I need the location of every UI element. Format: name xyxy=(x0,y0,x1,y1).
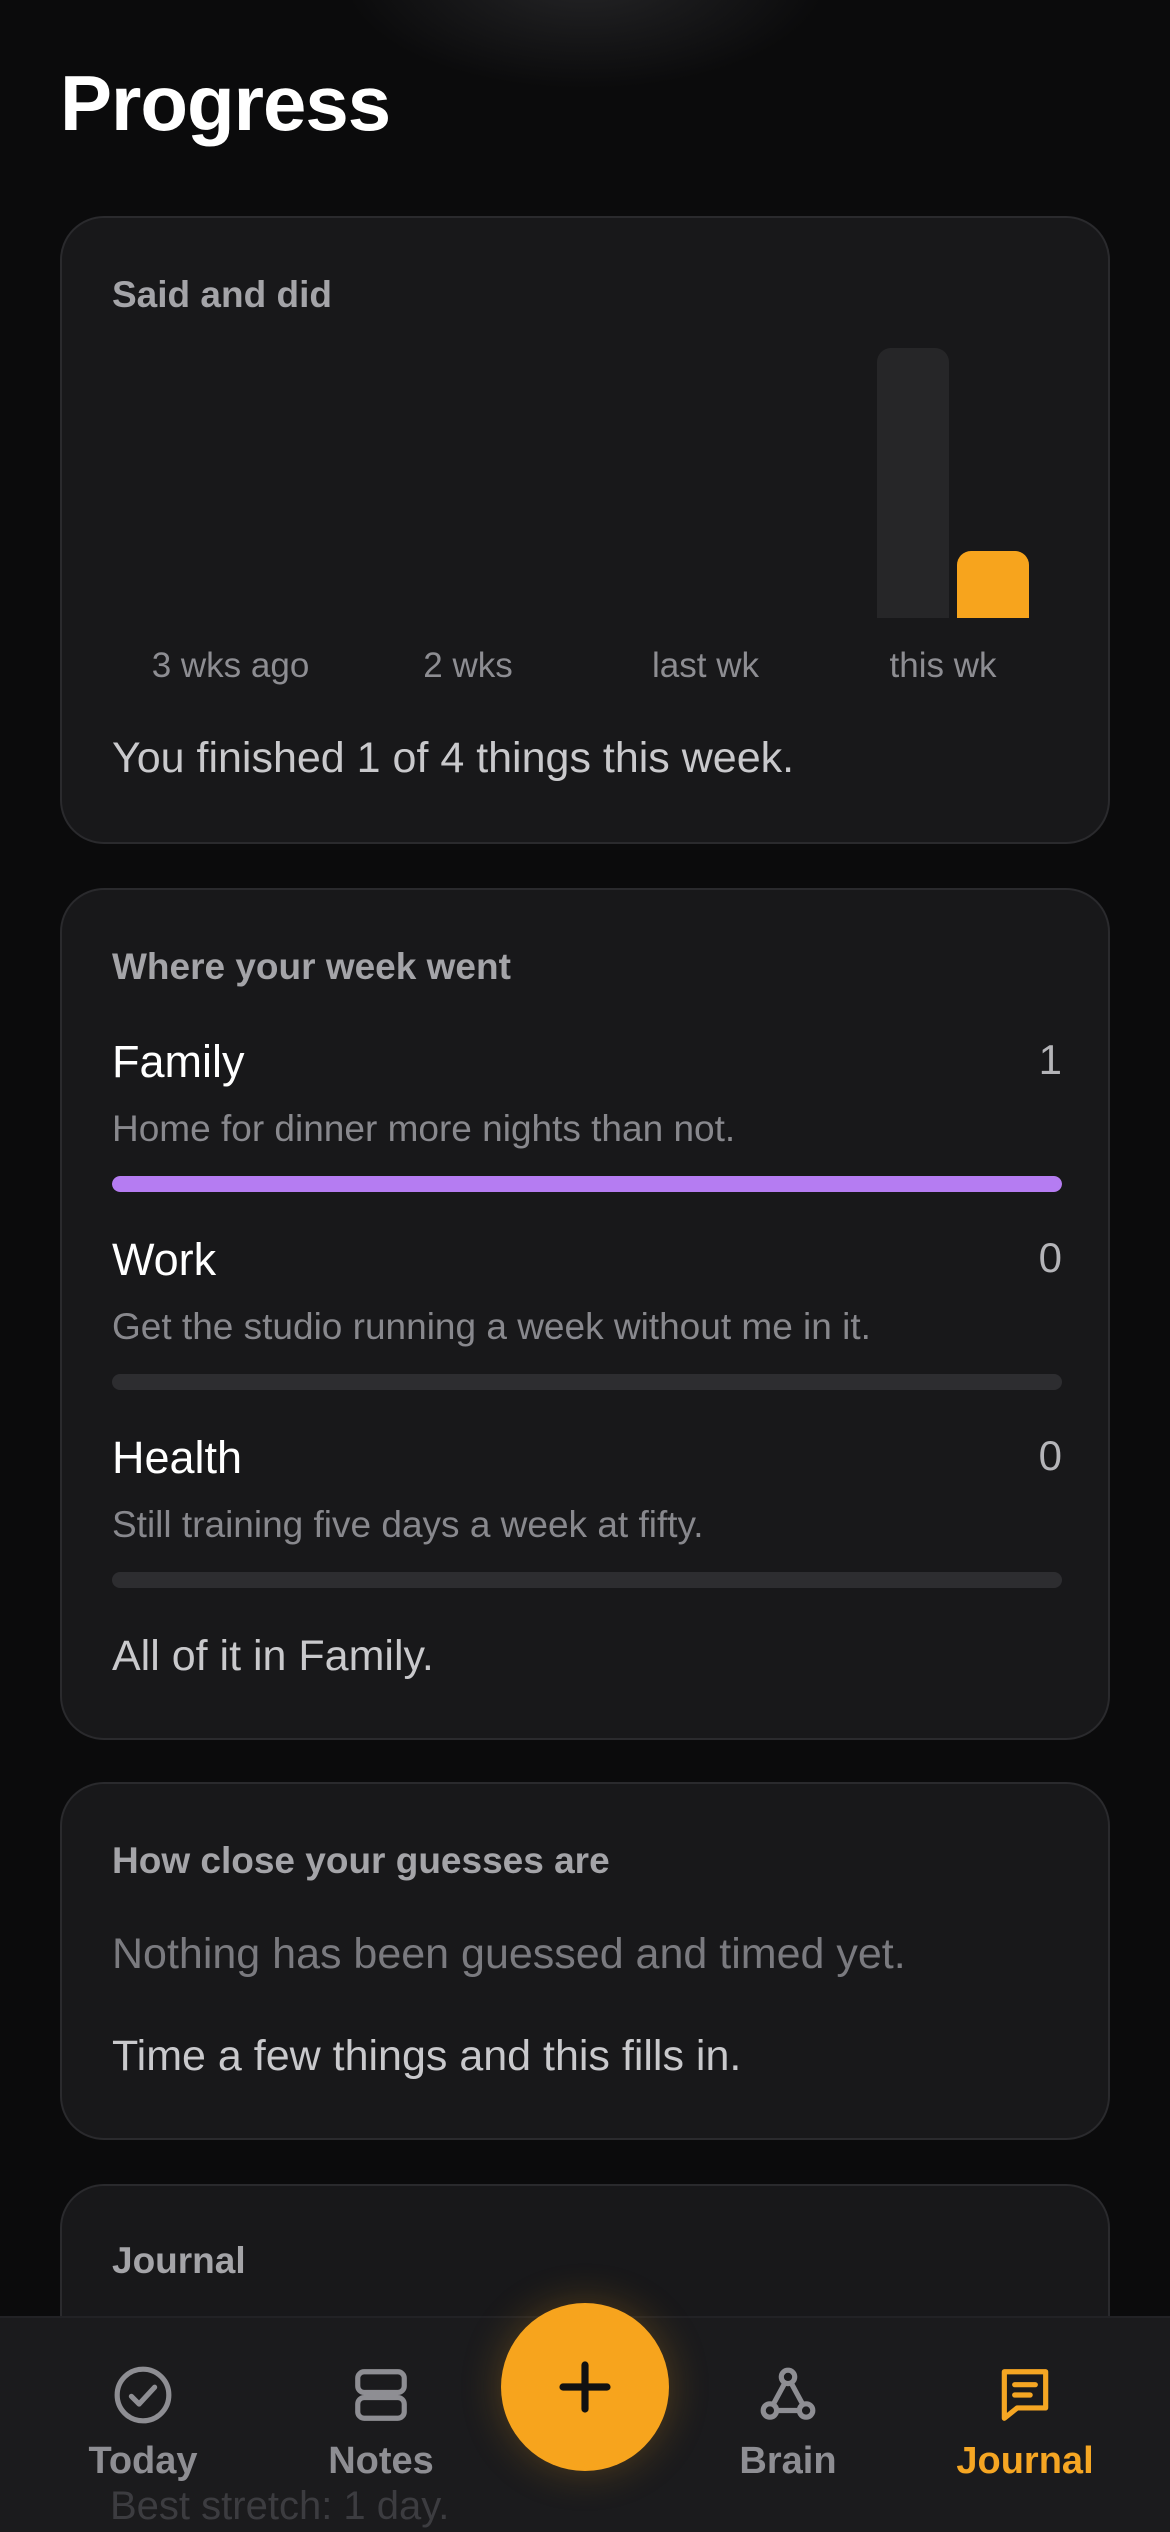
journal-icon xyxy=(1001,2369,1049,2421)
top-glow xyxy=(340,0,830,90)
said-and-did-card: Said and did 3 wks ago 2 wks last wk this w… xyxy=(60,216,1110,844)
stack-icon xyxy=(355,2369,407,2421)
category-name: Work xyxy=(112,1234,217,1285)
category-row-work[interactable]: Work 0 Get the studio running a week wit… xyxy=(112,1234,1062,1424)
tab-today[interactable]: Today xyxy=(43,2364,243,2504)
card-label: Where your week went xyxy=(112,946,511,987)
x-tick-label: last wk xyxy=(652,646,759,685)
category-progress-track xyxy=(112,1374,1062,1390)
bar-finished xyxy=(957,550,1030,618)
add-button[interactable] xyxy=(501,2303,669,2471)
x-tick-label: 3 wks ago xyxy=(151,646,310,685)
tab-notes[interactable]: Notes xyxy=(281,2364,481,2504)
category-progress-track xyxy=(112,1176,1062,1192)
category-progress-track xyxy=(112,1572,1062,1588)
page-title: Progress xyxy=(60,59,391,147)
network-icon xyxy=(760,2367,816,2420)
tab-label: Notes xyxy=(328,2440,434,2482)
said-did-chart xyxy=(112,348,1062,618)
card-label: How close your guesses are xyxy=(112,1840,610,1881)
category-count: 0 xyxy=(1038,1234,1062,1281)
category-description: Home for dinner more nights than not. xyxy=(112,1108,736,1149)
guesses-empty-text: Nothing has been guessed and timed yet. xyxy=(112,1930,906,1978)
card-label: Journal xyxy=(112,2240,246,2281)
category-description: Still training five days a week at fifty… xyxy=(112,1504,704,1545)
category-name: Health xyxy=(112,1432,243,1483)
progress-screen: Progress Said and did 3 wks ago 2 wks last… xyxy=(0,0,1170,2532)
bar-total xyxy=(877,348,950,618)
category-name: Family xyxy=(112,1036,245,1087)
guesses-hint: Time a few things and this fills in. xyxy=(112,2032,742,2080)
category-count: 0 xyxy=(1038,1432,1062,1479)
week-summary: All of it in Family. xyxy=(112,1632,434,1680)
category-description: Get the studio running a week without me… xyxy=(112,1306,871,1347)
tab-label: Brain xyxy=(739,2440,837,2482)
card-label: Said and did xyxy=(112,274,332,315)
tab-journal[interactable]: Journal xyxy=(925,2364,1125,2504)
x-tick-label: this wk xyxy=(889,646,997,685)
x-tick-label: 2 wks xyxy=(423,646,513,685)
tab-label: Journal xyxy=(956,2440,1094,2482)
guesses-card: How close your guesses are Nothing has b… xyxy=(60,1782,1110,2140)
week-breakdown-card: Where your week went Family 1 Home for d… xyxy=(60,888,1110,1740)
check-circle-icon xyxy=(114,2366,172,2424)
chart-x-axis: 3 wks ago 2 wks last wk this wk xyxy=(112,646,1062,696)
category-row-health[interactable]: Health 0 Still training five days a week… xyxy=(112,1432,1062,1622)
plus-icon xyxy=(559,2361,611,2413)
category-row-family[interactable]: Family 1 Home for dinner more nights tha… xyxy=(112,1036,1062,1226)
category-count: 1 xyxy=(1038,1036,1062,1083)
tab-brain[interactable]: Brain xyxy=(688,2364,888,2504)
said-did-summary: You finished 1 of 4 things this week. xyxy=(112,734,795,782)
tab-label: Today xyxy=(88,2440,198,2482)
category-progress-fill xyxy=(112,1176,1062,1192)
